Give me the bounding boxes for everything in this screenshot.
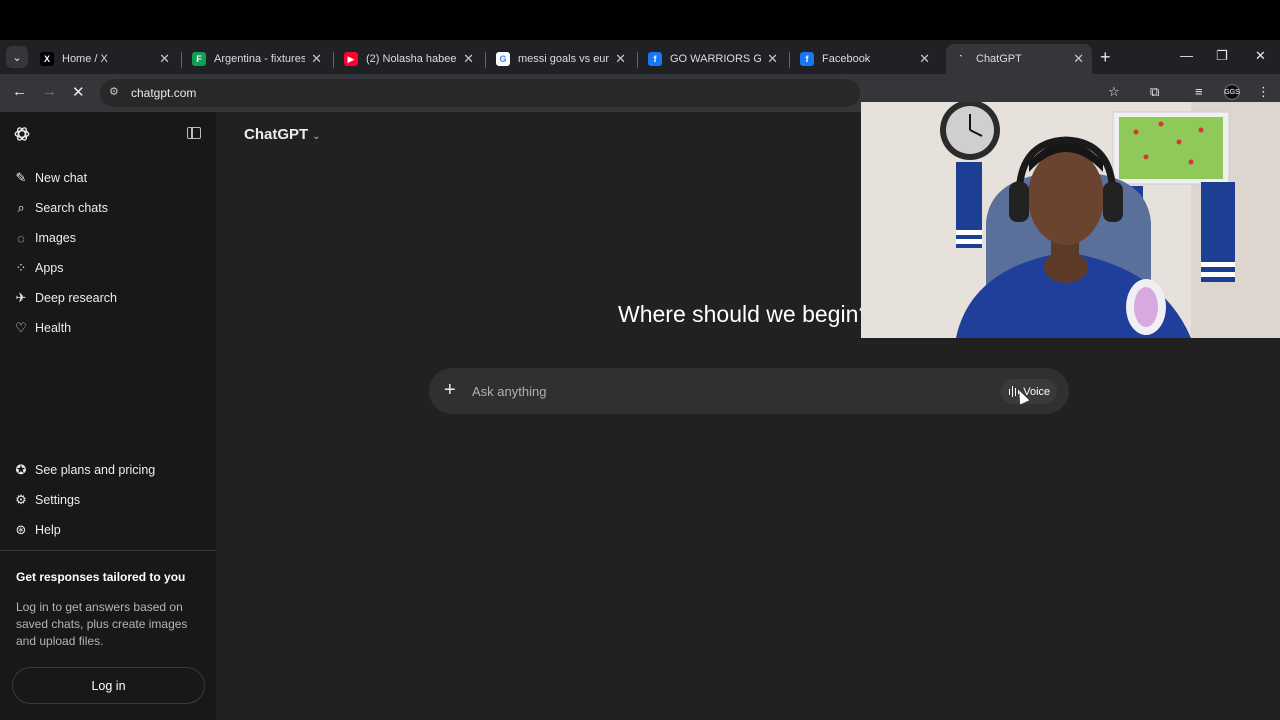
sidebar-item-search-chats[interactable]: ⌕ Search chats bbox=[14, 196, 108, 220]
sidebar-item-label: Apps bbox=[35, 261, 64, 275]
bookmark-star-icon[interactable]: ☆ bbox=[1108, 84, 1120, 100]
tab-close-icon[interactable]: ✕ bbox=[919, 51, 930, 67]
media-controls-icon[interactable]: ≡ bbox=[1195, 84, 1203, 99]
youtube-icon: ▶ bbox=[344, 52, 358, 66]
tab-2[interactable]: ▶ (2) Nolasha habeenk ✕ bbox=[336, 44, 482, 74]
browser-tab-strip: ⌄ X Home / X ✕ F Argentina - fixtures, r ✕ ▶ (2… bbox=[0, 40, 1280, 74]
tab-0[interactable]: X Home / X ✕ bbox=[32, 44, 178, 74]
sheets-icon: F bbox=[192, 52, 206, 66]
tab-1[interactable]: F Argentina - fixtures, r ✕ bbox=[184, 44, 330, 74]
sidebar-item-settings[interactable]: ⚙ Settings bbox=[14, 488, 80, 512]
tab-separator bbox=[637, 52, 638, 68]
prompt-input[interactable] bbox=[472, 376, 992, 406]
promo-title: Get responses tailored to you bbox=[16, 570, 186, 584]
tab-label: messi goals vs europ bbox=[518, 53, 610, 65]
extension-avatar-icon[interactable]: GGS bbox=[1224, 84, 1240, 100]
tab-close-icon[interactable]: ✕ bbox=[767, 51, 778, 67]
sidebar-item-images[interactable]: ◌ Images bbox=[14, 226, 76, 250]
back-arrow-icon[interactable]: ← bbox=[12, 83, 27, 100]
black-letterbox bbox=[0, 0, 1280, 40]
chevron-down-icon: ⌄ bbox=[312, 131, 321, 142]
tab-label: Argentina - fixtures, r bbox=[214, 53, 306, 65]
gear-icon: ⚙ bbox=[15, 492, 27, 507]
tab-close-icon[interactable]: ✕ bbox=[311, 51, 322, 67]
sidebar-item-label: See plans and pricing bbox=[35, 463, 156, 477]
promo-text: Log in to get answers based on saved cha… bbox=[16, 600, 188, 648]
sidebar-item-label: Settings bbox=[35, 493, 81, 507]
sidebar-item-label: New chat bbox=[35, 171, 88, 185]
sidebar-item-deep-research[interactable]: ✈ Deep research bbox=[14, 286, 117, 310]
new-tab-plus-icon[interactable]: + bbox=[1100, 48, 1111, 66]
tab-6[interactable]: ` ChatGPT ✕ bbox=[946, 44, 1092, 74]
sidebar-item-see-plans-and-pricing[interactable]: ✪ See plans and pricing bbox=[14, 458, 156, 482]
sidebar-divider bbox=[0, 550, 216, 551]
tab-separator bbox=[789, 52, 790, 68]
address-bar[interactable]: ⚙ chatgpt.com bbox=[100, 79, 860, 107]
model-selector[interactable]: ChatGPT ⌄ bbox=[244, 126, 321, 143]
search-icon: ⌕ bbox=[17, 200, 25, 215]
sidebar-item-health[interactable]: ♡ Health bbox=[14, 316, 71, 340]
sidebar-item-label: Images bbox=[35, 231, 76, 245]
minimize-icon[interactable]: — bbox=[1180, 48, 1193, 63]
tab-label: Facebook bbox=[822, 53, 871, 65]
tab-close-icon[interactable]: ✕ bbox=[159, 51, 170, 67]
apps-icon: ⁘ bbox=[15, 260, 27, 275]
tab-4[interactable]: f GO WARRIORS GO ✕ bbox=[640, 44, 786, 74]
restore-icon[interactable]: ❐ bbox=[1216, 48, 1228, 64]
tab-3[interactable]: Gmessi goals vs europ ✕ bbox=[488, 44, 634, 74]
tab-close-icon[interactable]: ✕ bbox=[463, 51, 474, 67]
tab-label: ChatGPT bbox=[976, 53, 1022, 65]
site-settings-icon[interactable]: ⚙ bbox=[109, 85, 119, 98]
new-chat-icon: ✎ bbox=[15, 170, 27, 185]
page-title: Where should we begin? bbox=[618, 301, 872, 327]
tab-label: Home / X bbox=[62, 53, 108, 65]
sidebar-item-label: Deep research bbox=[35, 291, 117, 305]
sidebar-item-new-chat[interactable]: ✎ New chat bbox=[14, 166, 88, 190]
url-text: chatgpt.com bbox=[131, 86, 197, 100]
deep-research-icon: ✈ bbox=[15, 290, 27, 305]
screen: ⌄ X Home / X ✕ F Argentina - fixtures, r ✕ ▶ (2… bbox=[0, 0, 1280, 720]
tab-label: GO WARRIORS GO bbox=[670, 53, 762, 65]
sidebar-toggle-icon[interactable] bbox=[187, 127, 201, 139]
model-name: ChatGPT bbox=[244, 126, 309, 143]
facebook-icon: f bbox=[800, 52, 814, 66]
stop-loading-icon[interactable]: ✕ bbox=[72, 83, 85, 101]
heart-icon: ♡ bbox=[15, 320, 27, 335]
sidebar-item-help[interactable]: ⊛ Help bbox=[14, 518, 61, 542]
x-logo-icon: X bbox=[40, 52, 54, 66]
log-in-button[interactable]: Log in bbox=[12, 667, 205, 704]
webcam-overlay bbox=[861, 102, 1280, 338]
sidebar-item-label: Health bbox=[35, 321, 72, 335]
plans-icon: ✪ bbox=[15, 462, 27, 477]
tab-close-icon[interactable]: ✕ bbox=[1073, 51, 1084, 67]
sidebar-item-label: Help bbox=[35, 523, 61, 537]
browser-menu-icon[interactable]: ⋮ bbox=[1257, 84, 1270, 100]
tab-separator bbox=[181, 52, 182, 68]
close-window-icon[interactable]: ✕ bbox=[1255, 48, 1266, 64]
tab-close-icon[interactable]: ✕ bbox=[615, 51, 626, 67]
sidebar: ✎ New chat ⌕ Search chats ◌ Images ⁘ Apps ✈ Deep … bbox=[0, 112, 216, 720]
attach-plus-icon[interactable]: + bbox=[444, 379, 456, 401]
chatgpt-logo-icon[interactable] bbox=[13, 125, 31, 143]
google-icon: G bbox=[496, 52, 510, 66]
tab-separator bbox=[333, 52, 334, 68]
tab-separator bbox=[485, 52, 486, 68]
forward-arrow-icon[interactable]: → bbox=[42, 83, 57, 100]
tab-label: (2) Nolasha habeenk bbox=[366, 53, 457, 65]
tab-search-chevron-icon[interactable]: ⌄ bbox=[6, 46, 28, 68]
composer: + Voice bbox=[429, 368, 1069, 414]
loading-icon: ` bbox=[954, 52, 968, 66]
tab-5[interactable]: f Facebook ✕ bbox=[792, 44, 938, 74]
webcam-person-image bbox=[861, 102, 1280, 338]
extensions-puzzle-icon[interactable]: ⧉ bbox=[1150, 84, 1159, 100]
sidebar-item-label: Search chats bbox=[35, 201, 108, 215]
help-icon: ⊛ bbox=[15, 522, 27, 537]
facebook-icon: f bbox=[648, 52, 662, 66]
sidebar-item-apps[interactable]: ⁘ Apps bbox=[14, 256, 64, 280]
images-icon: ◌ bbox=[17, 230, 25, 246]
